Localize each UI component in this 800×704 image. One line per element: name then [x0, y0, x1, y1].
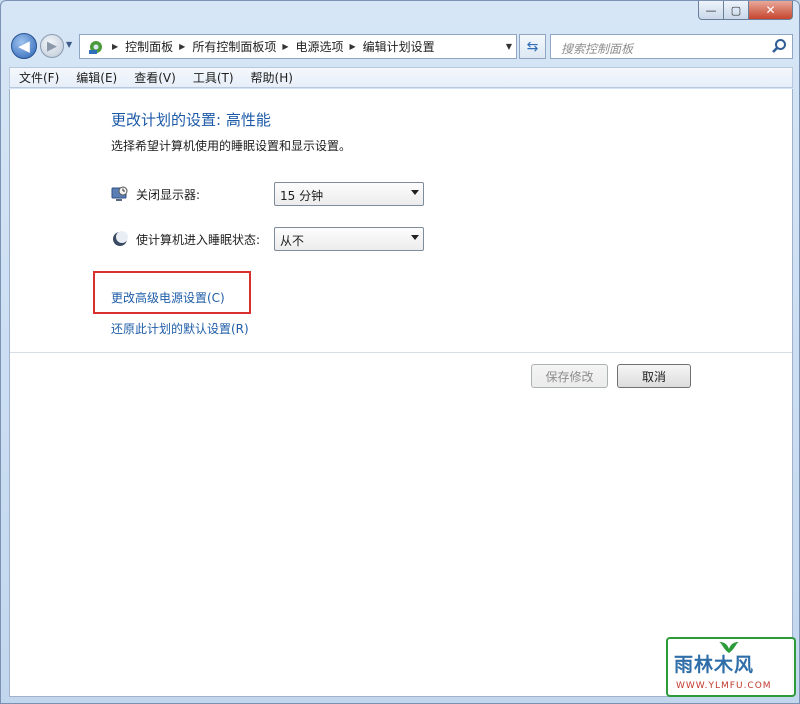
chevron-down-icon — [411, 190, 419, 195]
moon-icon — [111, 230, 129, 248]
refresh-button[interactable]: ⇆ — [519, 34, 546, 59]
breadcrumb-separator-icon: ▶ — [349, 42, 356, 51]
breadcrumb-all-items[interactable]: 所有控制面板项 — [192, 38, 276, 55]
search-box[interactable]: 搜索控制面板 — [550, 34, 793, 59]
navigation-bar: ◀ ▶ ▼ ▶ 控制面板 ▶ 所有控制面板项 ▶ 电源选项 ▶ 编辑计划设置 ▼… — [9, 33, 793, 61]
cancel-button[interactable]: 取消 — [617, 364, 691, 388]
page-subtitle: 选择希望计算机使用的睡眠设置和显示设置。 — [111, 139, 352, 153]
monitor-clock-icon — [111, 185, 129, 203]
search-icon[interactable] — [771, 38, 787, 54]
display-off-label: 关闭显示器: — [136, 187, 201, 202]
sleep-row: 使计算机进入睡眠状态: — [111, 227, 260, 251]
forward-button[interactable]: ▶ — [40, 34, 64, 58]
display-off-row: 关闭显示器: — [111, 182, 200, 206]
sleep-label: 使计算机进入睡眠状态: — [136, 232, 261, 247]
back-button[interactable]: ◀ — [11, 33, 37, 59]
minimize-icon: — — [705, 3, 717, 17]
watermark-brand: 雨林木风 — [674, 654, 755, 676]
display-off-select[interactable]: 15 分钟 — [274, 182, 424, 206]
watermark-url: WWW.YLMFU.COM — [676, 681, 772, 691]
control-panel-icon — [86, 38, 106, 56]
menu-file[interactable]: 文件(F) — [10, 69, 67, 86]
menu-help[interactable]: 帮助(H) — [242, 69, 301, 86]
minimize-button[interactable]: — — [698, 1, 724, 20]
search-placeholder: 搜索控制面板 — [561, 42, 634, 56]
forward-arrow-icon: ▶ — [47, 38, 57, 54]
breadcrumb-separator-icon: ▶ — [282, 42, 289, 51]
chevron-down-icon — [411, 235, 419, 240]
breadcrumb-separator-icon: ▶ — [179, 42, 186, 51]
display-off-value: 15 分钟 — [280, 189, 324, 203]
save-changes-button[interactable]: 保存修改 — [531, 364, 608, 388]
divider — [10, 352, 792, 353]
caption-buttons: — ▢ ✕ — [698, 1, 793, 20]
refresh-icon: ⇆ — [526, 38, 539, 55]
back-arrow-icon: ◀ — [18, 37, 30, 55]
menu-bar: 文件(F) 编辑(E) 查看(V) 工具(T) 帮助(H) — [9, 67, 793, 88]
sleep-value: 从不 — [280, 234, 305, 248]
breadcrumb-separator-icon: ▶ — [112, 42, 119, 51]
window: — ▢ ✕ ◀ ▶ ▼ ▶ 控制面板 ▶ 所有控制面板项 ▶ 电源选项 ▶ 编辑… — [0, 0, 800, 704]
watermark-logo: 雨林木风 WWW.YLMFU.COM — [666, 637, 796, 697]
address-bar[interactable]: ▶ 控制面板 ▶ 所有控制面板项 ▶ 电源选项 ▶ 编辑计划设置 ▼ — [79, 34, 517, 59]
menu-view[interactable]: 查看(V) — [125, 69, 184, 86]
maximize-icon: ▢ — [730, 3, 742, 17]
sleep-select[interactable]: 从不 — [274, 227, 424, 251]
menu-tools[interactable]: 工具(T) — [184, 69, 242, 86]
maximize-button[interactable]: ▢ — [724, 1, 749, 20]
content-pane: 更改计划的设置: 高性能 选择希望计算机使用的睡眠设置和显示设置。 关闭显示器:… — [9, 89, 793, 697]
breadcrumb-edit-plan[interactable]: 编辑计划设置 — [363, 38, 435, 55]
menu-edit[interactable]: 编辑(E) — [67, 69, 125, 86]
page-title: 更改计划的设置: 高性能 — [111, 111, 271, 129]
advanced-power-settings-link[interactable]: 更改高级电源设置(C) — [111, 289, 225, 306]
breadcrumb-control-panel[interactable]: 控制面板 — [125, 38, 173, 55]
history-dropdown-icon[interactable]: ▼ — [66, 40, 72, 49]
close-icon: ✕ — [765, 3, 776, 17]
close-button[interactable]: ✕ — [749, 1, 793, 20]
restore-defaults-link[interactable]: 还原此计划的默认设置(R) — [111, 320, 249, 337]
breadcrumb-power-options[interactable]: 电源选项 — [296, 38, 344, 55]
address-dropdown-icon[interactable]: ▼ — [506, 42, 512, 51]
